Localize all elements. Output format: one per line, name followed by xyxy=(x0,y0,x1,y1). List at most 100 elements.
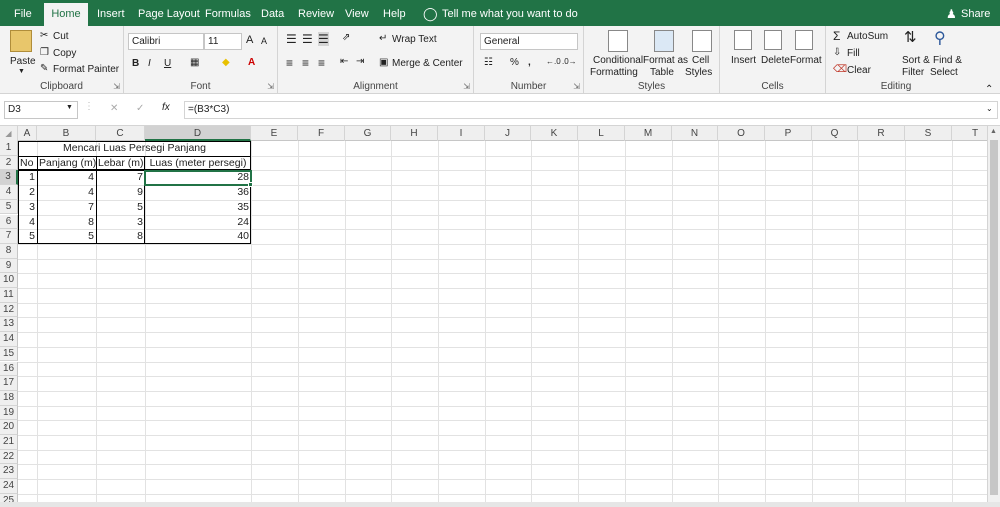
table-cell[interactable]: 1 xyxy=(18,170,37,185)
row-header[interactable]: 11 xyxy=(0,288,18,303)
clear-button[interactable]: Clear xyxy=(847,65,871,76)
column-header[interactable]: N xyxy=(672,126,718,141)
column-header[interactable]: S xyxy=(905,126,952,141)
tab-view[interactable]: View xyxy=(345,0,369,26)
enter-icon[interactable]: ✓ xyxy=(136,103,144,114)
tab-data[interactable]: Data xyxy=(261,0,284,26)
number-format-select[interactable]: General xyxy=(480,33,578,50)
font-size-select[interactable]: 11 xyxy=(204,33,242,50)
scrollbar-thumb[interactable] xyxy=(990,140,998,495)
column-header[interactable]: M xyxy=(625,126,672,141)
tell-me-search[interactable]: Tell me what you want to do xyxy=(442,0,578,26)
row-header[interactable]: 15 xyxy=(0,346,18,362)
insert-cells-button[interactable]: Insert xyxy=(731,55,756,66)
column-header[interactable]: G xyxy=(345,126,391,141)
row-header[interactable]: 23 xyxy=(0,464,18,480)
column-header[interactable]: Q xyxy=(812,126,858,141)
row-header[interactable]: 25 xyxy=(0,493,18,502)
conditional-formatting-label-2[interactable]: Formatting xyxy=(590,67,638,78)
row-header[interactable]: 5 xyxy=(0,199,18,215)
row-header[interactable]: 18 xyxy=(0,390,18,406)
shrink-font-button[interactable]: A xyxy=(261,36,267,46)
tab-review[interactable]: Review xyxy=(298,0,334,26)
fill-handle[interactable] xyxy=(248,182,253,187)
chevron-down-icon[interactable]: ▼ xyxy=(66,104,73,111)
copy-button[interactable]: Copy xyxy=(53,48,76,59)
fill-button[interactable]: Fill xyxy=(847,48,860,59)
dialog-launcher-icon[interactable]: ⇲ xyxy=(573,82,580,91)
row-header[interactable]: 6 xyxy=(0,214,18,230)
select-all-corner[interactable]: ◢ xyxy=(0,126,18,141)
dialog-launcher-icon[interactable]: ⇲ xyxy=(463,82,470,91)
row-header[interactable]: 14 xyxy=(0,332,18,347)
table-cell[interactable]: 3 xyxy=(18,200,37,215)
column-header[interactable]: R xyxy=(858,126,905,141)
borders-icon[interactable]: ▦ xyxy=(190,57,199,68)
orientation-icon[interactable]: ⇗ xyxy=(342,32,350,43)
merge-center-button[interactable]: Merge & Center xyxy=(392,58,463,69)
table-cell[interactable]: 35 xyxy=(145,200,251,215)
align-right-icon[interactable]: ≡ xyxy=(318,56,325,70)
dialog-launcher-icon[interactable]: ⇲ xyxy=(267,82,274,91)
table-cell[interactable]: 5 xyxy=(96,200,145,215)
sheet-title[interactable]: Mencari Luas Persegi Panjang xyxy=(18,141,251,156)
table-cell[interactable]: 4 xyxy=(18,215,37,230)
cell-styles-label-1[interactable]: Cell xyxy=(692,55,709,66)
wrap-text-button[interactable]: Wrap Text xyxy=(392,34,437,45)
column-header[interactable]: J xyxy=(485,126,531,141)
table-cell[interactable]: 24 xyxy=(145,215,251,230)
cut-button[interactable]: Cut xyxy=(53,31,69,42)
delete-cells-button[interactable]: Delete xyxy=(761,55,790,66)
bottom-align-icon[interactable]: ☰ xyxy=(318,32,329,46)
bold-button[interactable]: B xyxy=(132,58,139,69)
header-panjang[interactable]: Panjang (m) xyxy=(37,156,96,171)
tab-page-layout[interactable]: Page Layout xyxy=(138,0,200,26)
table-cell[interactable]: 8 xyxy=(96,229,145,244)
row-header[interactable]: 10 xyxy=(0,273,18,288)
comma-button[interactable]: , xyxy=(528,57,531,68)
column-header[interactable]: T xyxy=(952,126,987,141)
row-header[interactable]: 21 xyxy=(0,435,18,450)
italic-button[interactable]: I xyxy=(148,58,151,69)
sort-filter-label-1[interactable]: Sort & xyxy=(902,55,930,66)
currency-icon[interactable]: ☷ xyxy=(484,57,493,68)
table-cell[interactable]: 36 xyxy=(145,185,251,200)
sort-filter-label-2[interactable]: Filter xyxy=(902,67,924,78)
find-select-label-1[interactable]: Find & xyxy=(933,55,962,66)
column-header[interactable]: L xyxy=(578,126,625,141)
row-header[interactable]: 9 xyxy=(0,258,18,274)
column-header[interactable]: A xyxy=(18,126,37,141)
scroll-up-icon[interactable]: ▲ xyxy=(990,128,997,135)
decrease-indent-icon[interactable]: ⇤ xyxy=(340,56,348,67)
column-header[interactable]: P xyxy=(765,126,812,141)
row-header[interactable]: 16 xyxy=(0,361,18,377)
paste-button[interactable]: Paste xyxy=(10,56,36,67)
table-cell[interactable]: 9 xyxy=(96,185,145,200)
vertical-scrollbar[interactable]: ▲ xyxy=(987,126,1000,502)
tab-insert[interactable]: Insert xyxy=(97,0,125,26)
row-header[interactable]: 17 xyxy=(0,376,18,391)
header-luas[interactable]: Luas (meter persegi) xyxy=(145,156,251,171)
table-cell[interactable]: 40 xyxy=(145,229,251,244)
row-header[interactable]: 2 xyxy=(0,155,18,171)
align-center-icon[interactable]: ≡ xyxy=(302,56,309,70)
conditional-formatting-label-1[interactable]: Conditional xyxy=(593,55,643,66)
align-left-icon[interactable]: ≡ xyxy=(286,56,293,70)
header-lebar[interactable]: Lebar (m) xyxy=(96,156,145,171)
dialog-launcher-icon[interactable]: ⇲ xyxy=(113,82,120,91)
tab-home[interactable]: Home xyxy=(44,3,88,26)
row-header[interactable]: 12 xyxy=(0,302,18,318)
column-header[interactable]: O xyxy=(718,126,765,141)
table-cell[interactable]: 4 xyxy=(37,170,96,185)
column-header[interactable]: B xyxy=(37,126,96,141)
middle-align-icon[interactable]: ☰ xyxy=(302,32,313,46)
row-header[interactable]: 8 xyxy=(0,243,18,259)
row-header[interactable]: 1 xyxy=(0,141,18,156)
autosum-button[interactable]: AutoSum xyxy=(847,31,888,42)
top-align-icon[interactable]: ☰ xyxy=(286,32,297,46)
column-header[interactable]: E xyxy=(251,126,298,141)
row-header[interactable]: 24 xyxy=(0,479,18,494)
cancel-icon[interactable]: ✕ xyxy=(110,103,118,114)
column-header[interactable]: F xyxy=(298,126,345,141)
fill-color-icon[interactable]: ◆ xyxy=(222,57,230,68)
